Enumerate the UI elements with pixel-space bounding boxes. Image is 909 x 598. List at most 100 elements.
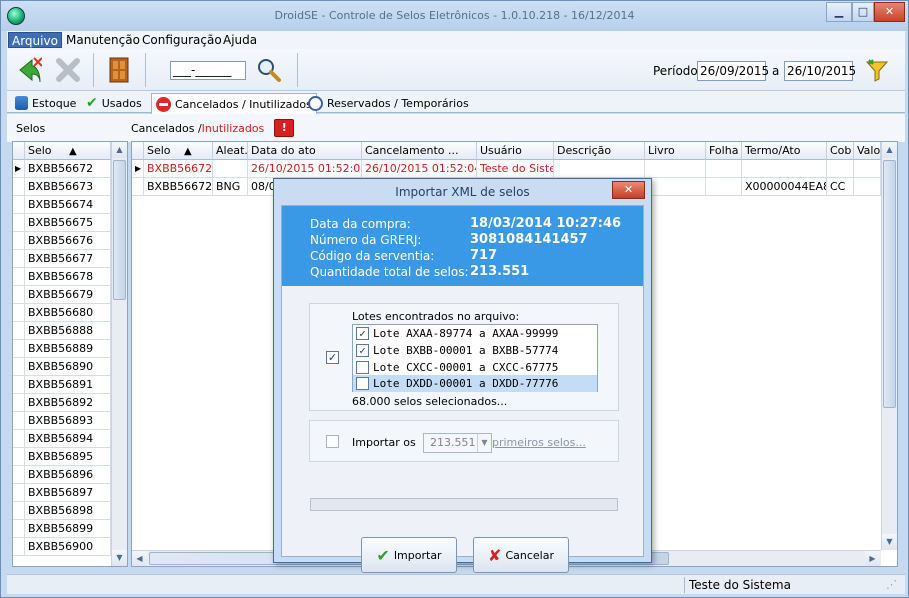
- database-icon: [15, 96, 28, 110]
- menu-manutencao[interactable]: Manutenção: [63, 32, 143, 48]
- column-cancelamento[interactable]: Cancelamento ...: [362, 142, 477, 160]
- column-aleat[interactable]: Aleat.: [213, 142, 248, 160]
- list-item[interactable]: Lote CXCC-00001 a CXCC-67775: [353, 359, 597, 376]
- import-button[interactable]: ✔ Importar: [361, 537, 457, 573]
- status-bar: Teste do Sistema ⋰: [7, 574, 905, 594]
- main-window: DroidSE - Controle de Selos Eletrônicos …: [0, 0, 909, 598]
- import-count-checkbox[interactable]: [326, 435, 339, 448]
- tab-usados[interactable]: ✔ Usados: [82, 93, 146, 113]
- selo-cell: BXBB56896: [25, 466, 111, 484]
- purchase-info-panel: Data da compra: 18/03/2014 10:27:46 Núme…: [282, 206, 643, 286]
- tab-reservados[interactable]: Reservados / Temporários: [304, 93, 473, 113]
- selo-filter-input[interactable]: ___-______: [170, 61, 246, 80]
- selo-cell: BXBB56898: [25, 502, 111, 520]
- table-row[interactable]: BXBB56888: [13, 322, 111, 340]
- left-panel-title: Selos: [16, 121, 46, 135]
- column-descricao[interactable]: Descrição: [554, 142, 645, 160]
- dialog-title: Importar XML de selos: [395, 185, 530, 199]
- search-icon[interactable]: [254, 55, 284, 85]
- menu-ajuda[interactable]: Ajuda: [220, 32, 260, 48]
- list-item[interactable]: ✓ Lote AXAA-89774 a AXAA-99999: [353, 325, 597, 342]
- column-usuario[interactable]: Usuário: [477, 142, 554, 160]
- table-row[interactable]: BXBB56673: [13, 178, 111, 196]
- cross-icon: ✘: [488, 545, 502, 565]
- column-folha[interactable]: Folha: [706, 142, 742, 160]
- lot-checkbox[interactable]: [356, 377, 369, 390]
- selo-cell: BXBB56675: [25, 214, 111, 232]
- total-selos-label: Quantidade total de selos:: [310, 265, 469, 279]
- import-count-combo[interactable]: 213.551 ▼: [423, 433, 492, 453]
- table-row[interactable]: BXBB56893: [13, 412, 111, 430]
- column-selo[interactable]: Selo ▲: [144, 142, 213, 160]
- filter-funnel-icon[interactable]: [862, 55, 892, 85]
- title-bar: DroidSE - Controle de Selos Eletrônicos …: [1, 1, 908, 31]
- table-row[interactable]: BXBB56675: [13, 214, 111, 232]
- table-row[interactable]: BXBB56889: [13, 340, 111, 358]
- delete-x-icon[interactable]: [53, 55, 83, 85]
- table-row[interactable]: BXBB56895: [13, 448, 111, 466]
- table-row[interactable]: BXBB56680: [13, 304, 111, 322]
- lot-checkbox[interactable]: ✓: [356, 344, 369, 357]
- table-row[interactable]: BXBB56892: [13, 394, 111, 412]
- menu-configuracao[interactable]: Configuração: [139, 32, 225, 48]
- selo-cell: BXBB56678: [25, 268, 111, 286]
- list-item[interactable]: Lote DXDD-00001 a DXDD-77776: [353, 375, 597, 392]
- table-row[interactable]: BXBB56677: [13, 250, 111, 268]
- table-row[interactable]: BXBB56890: [13, 358, 111, 376]
- selo-cell: BXBB56900: [25, 538, 111, 556]
- lot-checkbox[interactable]: [356, 361, 369, 374]
- table-row[interactable]: BXBB56898: [13, 502, 111, 520]
- table-row[interactable]: BXBB56896: [13, 466, 111, 484]
- right-vertical-scrollbar[interactable]: ▲ ▼: [881, 142, 897, 550]
- table-row[interactable]: BXBB56897: [13, 484, 111, 502]
- maximize-button[interactable]: □: [852, 2, 874, 22]
- first-selos-link[interactable]: primeiros selos...: [492, 436, 586, 449]
- table-row[interactable]: BXBB56900: [13, 538, 111, 556]
- tab-cancelados[interactable]: Cancelados / Inutilizados: [151, 93, 317, 114]
- selo-cell: BXBB56679: [25, 286, 111, 304]
- table-row[interactable]: BXBB56899: [13, 520, 111, 538]
- table-row[interactable]: BXBB56678: [13, 268, 111, 286]
- no-entry-icon: [156, 96, 171, 112]
- table-row[interactable]: BXBB56674: [13, 196, 111, 214]
- list-item[interactable]: ✓ Lote BXBB-00001 a BXBB-57774: [353, 342, 597, 359]
- lots-label: Lotes encontrados no arquivo:: [352, 310, 520, 323]
- select-all-lots-checkbox[interactable]: ✓: [326, 351, 339, 364]
- row-indicator-icon: ▶: [13, 160, 25, 178]
- menu-arquivo[interactable]: Arquivo: [8, 32, 62, 48]
- column-livro[interactable]: Livro: [645, 142, 706, 160]
- alert-icon[interactable]: !: [274, 119, 295, 137]
- import-label: Importar os: [352, 436, 416, 449]
- lots-list[interactable]: ✓ Lote AXAA-89774 a AXAA-99999 ✓ Lote BXBB…: [352, 324, 598, 392]
- column-data-ato[interactable]: Data do ato: [248, 142, 362, 160]
- column-termo-ato[interactable]: Termo/Ato: [742, 142, 827, 160]
- dialog-close-button[interactable]: ✕: [612, 181, 645, 199]
- table-row[interactable]: ▶ BXBB56672: [13, 160, 111, 178]
- total-selos-value: 213.551: [470, 264, 530, 279]
- cancel-button[interactable]: ✘ Cancelar: [473, 537, 569, 573]
- back-arrow-icon[interactable]: [13, 55, 43, 85]
- table-row[interactable]: BXBB56894: [13, 430, 111, 448]
- date-from-input[interactable]: 26/09/2015: [697, 61, 769, 81]
- table-row[interactable]: BXBB56676: [13, 232, 111, 250]
- resize-grip-icon[interactable]: ⋰: [886, 578, 897, 591]
- column-selo[interactable]: Selo ▲: [25, 142, 111, 160]
- close-button[interactable]: ✕: [874, 2, 905, 22]
- selo-cell: BXBB56891: [25, 376, 111, 394]
- table-row[interactable]: ▶ BXBB56672 26/10/2015 01:52:04 26/10/20…: [132, 160, 881, 178]
- row-indicator-icon: ▶: [132, 160, 144, 178]
- tab-estoque[interactable]: Estoque: [11, 93, 80, 113]
- check-icon: ✔: [86, 95, 98, 111]
- door-exit-icon[interactable]: [104, 55, 134, 85]
- chevron-down-icon[interactable]: ▼: [477, 434, 491, 452]
- table-row[interactable]: BXBB56891: [13, 376, 111, 394]
- left-vertical-scrollbar[interactable]: ▲ ▼: [111, 142, 127, 566]
- lot-checkbox[interactable]: ✓: [356, 327, 369, 340]
- column-valor[interactable]: Valo: [854, 142, 881, 160]
- table-row[interactable]: BXBB56679: [13, 286, 111, 304]
- date-to-input[interactable]: 26/10/2015: [784, 61, 856, 81]
- minimize-button[interactable]: ▁: [826, 2, 852, 22]
- grerj-label: Número da GRERJ:: [310, 233, 422, 247]
- serventia-label: Código da serventia:: [310, 249, 435, 263]
- column-cob[interactable]: Cob: [827, 142, 854, 160]
